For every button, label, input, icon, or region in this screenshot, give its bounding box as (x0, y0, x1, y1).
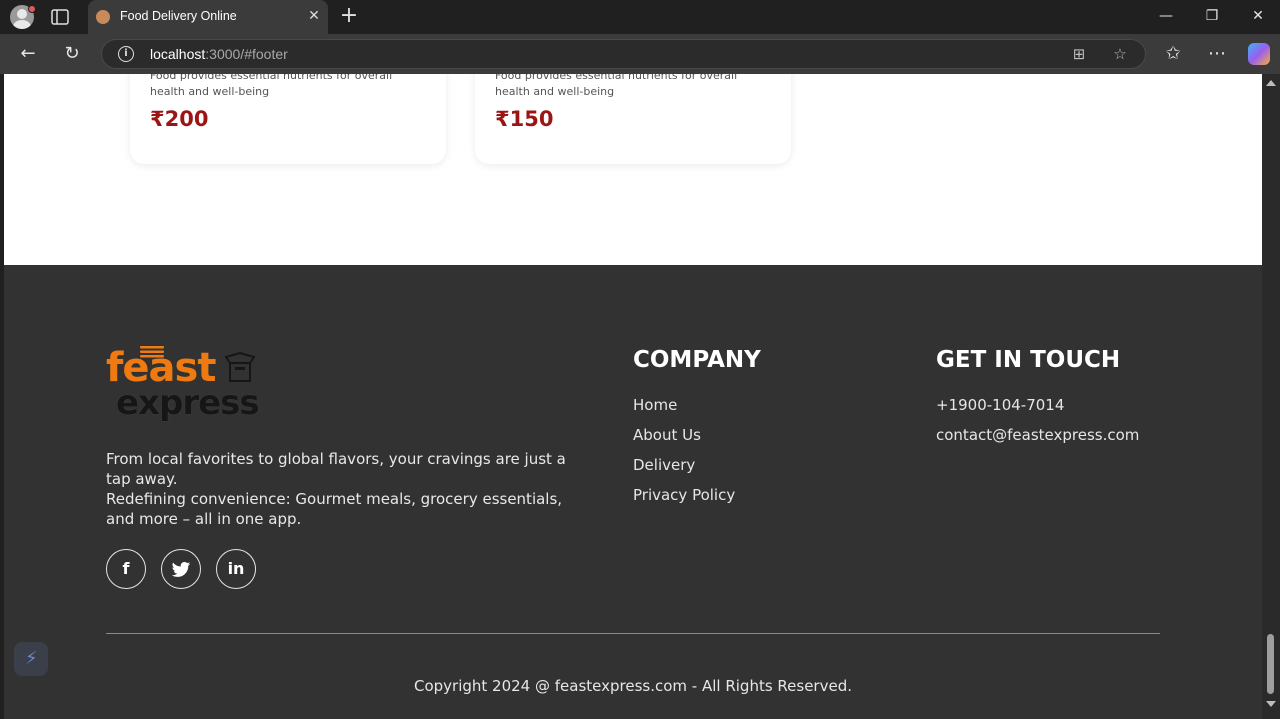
footer-link-privacy[interactable]: Privacy Policy (633, 486, 735, 504)
footer-link-home[interactable]: Home (633, 396, 677, 414)
page-scrollbar[interactable] (1262, 74, 1280, 719)
linkedin-glyph: in (227, 559, 245, 578)
url-host: localhost (150, 46, 206, 62)
page-viewport: Food provides essential nutrients for ov… (4, 74, 1262, 719)
twitter-icon[interactable] (161, 549, 201, 589)
feast-express-logo[interactable]: feast express (106, 345, 261, 430)
restore-icon[interactable]: ❐ (1202, 6, 1222, 26)
lightning-icon: ⚡ (25, 648, 38, 669)
favorites-icon[interactable]: ✩ (1162, 43, 1184, 65)
food-card[interactable]: Food provides essential nutrients for ov… (475, 74, 791, 164)
footer-link-about[interactable]: About Us (633, 426, 701, 444)
active-tab[interactable]: Food Delivery Online ✕ (88, 0, 328, 34)
facebook-icon[interactable]: f (106, 549, 146, 589)
twitter-bird-icon (171, 562, 191, 577)
new-tab-icon[interactable]: + (339, 5, 359, 27)
url-text[interactable]: localhost:3000/#footer (150, 46, 288, 62)
tab-actions-icon[interactable] (50, 8, 70, 26)
facebook-glyph: f (122, 559, 130, 578)
site-info-icon[interactable]: i (118, 46, 134, 62)
browser-toolbar: ← ↻ i localhost:3000/#footer ⊞ ☆ ✩ ⋯ (0, 34, 1280, 74)
logo-express-text: express (116, 383, 260, 423)
food-price: ₹150 (495, 107, 554, 131)
site-footer: feast express From local favorites to gl… (4, 265, 1262, 719)
contact-phone[interactable]: +1900-104-7014 (936, 396, 1064, 414)
tab-favicon-icon (96, 10, 110, 24)
about-line: Redefining convenience: Gourmet meals, g… (106, 490, 563, 528)
profile-status-dot (28, 5, 36, 13)
tab-title: Food Delivery Online (120, 9, 237, 23)
delivery-box-icon (224, 351, 256, 382)
copyright-text: Copyright 2024 @ feastexpress.com - All … (413, 677, 852, 695)
linkedin-icon[interactable]: in (216, 549, 256, 589)
browser-titlebar: Food Delivery Online ✕ + — ❐ ✕ (0, 0, 1280, 34)
company-heading: COMPANY (633, 347, 761, 373)
about-line: From local favorites to global flavors, … (106, 450, 566, 488)
tab-close-icon[interactable]: ✕ (306, 8, 322, 24)
app-grid-icon[interactable]: ⊞ (1070, 45, 1088, 63)
copilot-icon[interactable] (1248, 43, 1270, 65)
minimize-icon[interactable]: — (1156, 6, 1176, 26)
scroll-down-arrow-icon[interactable] (1266, 701, 1276, 707)
more-menu-icon[interactable]: ⋯ (1206, 43, 1228, 65)
dev-tools-floating-button[interactable]: ⚡ (14, 642, 48, 676)
food-card[interactable]: Food provides essential nutrients for ov… (130, 74, 446, 164)
url-path: :3000/#footer (205, 46, 288, 62)
contact-heading: GET IN TOUCH (936, 347, 1121, 373)
footer-divider (106, 633, 1160, 634)
footer-about-text: From local favorites to global flavors, … (106, 449, 566, 529)
back-icon[interactable]: ← (17, 43, 39, 65)
contact-email[interactable]: contact@feastexpress.com (936, 426, 1139, 444)
food-description: Food provides essential nutrients for ov… (150, 74, 393, 98)
favorite-star-icon[interactable]: ☆ (1111, 45, 1129, 63)
footer-link-delivery[interactable]: Delivery (633, 456, 695, 474)
scroll-thumb[interactable] (1267, 634, 1274, 694)
food-price: ₹200 (150, 107, 209, 131)
food-description: Food provides essential nutrients for ov… (495, 74, 738, 98)
refresh-icon[interactable]: ↻ (61, 43, 83, 65)
scroll-up-arrow-icon[interactable] (1266, 80, 1276, 86)
close-window-icon[interactable]: ✕ (1248, 6, 1268, 26)
address-bar[interactable]: i localhost:3000/#footer ⊞ ☆ (101, 39, 1146, 69)
